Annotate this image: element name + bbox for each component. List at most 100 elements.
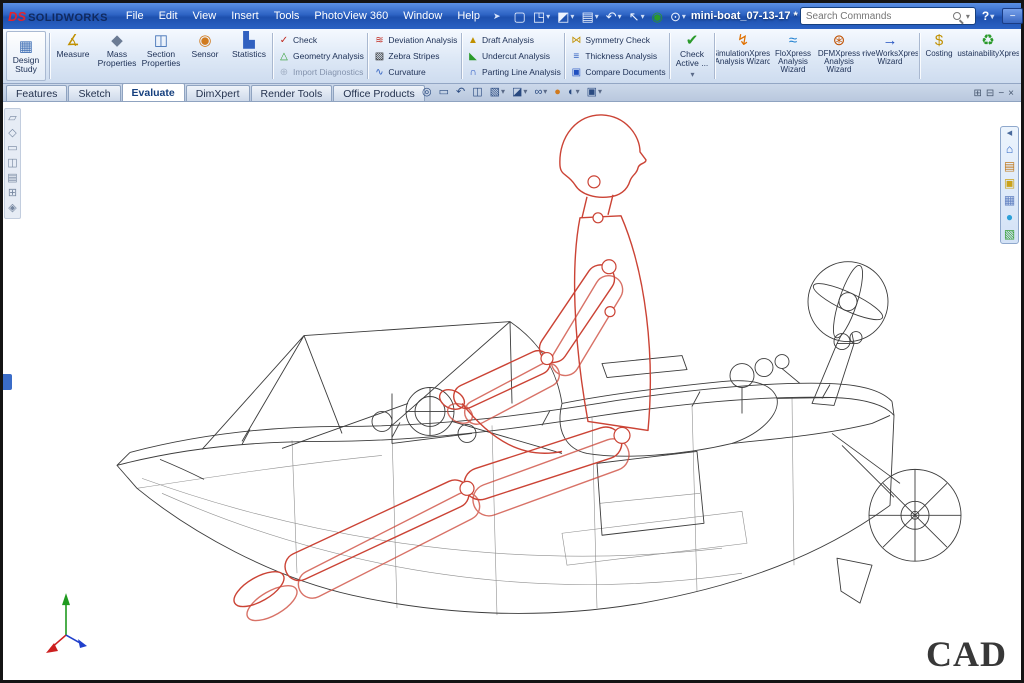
design-study-button[interactable]: ▦ Design Study bbox=[6, 31, 46, 81]
chevron-down-icon: ▾ bbox=[595, 12, 599, 21]
search-icon[interactable] bbox=[953, 12, 961, 20]
hide-show-items-icon[interactable]: ∞▾ bbox=[534, 86, 547, 98]
draft-analysis-button[interactable]: ▲Draft Analysis bbox=[467, 33, 559, 48]
apply-scene-icon[interactable]: ◐▾ bbox=[568, 86, 580, 98]
curvature-icon: ∿ bbox=[373, 67, 385, 78]
check-active-button[interactable]: ✔ Check Active ... ▾ bbox=[671, 30, 713, 82]
left-toolbar-icon[interactable]: ▱ bbox=[8, 113, 16, 124]
file-explorer-icon[interactable]: ▣ bbox=[1004, 177, 1015, 189]
save-button[interactable]: ◩▾ bbox=[554, 6, 577, 26]
parting-line-analysis-button[interactable]: ∩Parting Line Analysis bbox=[467, 65, 559, 80]
left-toolbar-icon[interactable]: ⊞ bbox=[8, 188, 17, 199]
section-view-icon[interactable]: ◫ bbox=[472, 85, 482, 98]
menu-window[interactable]: Window bbox=[396, 8, 449, 24]
custom-properties-icon[interactable]: ▧ bbox=[1004, 228, 1015, 240]
display-style-icon[interactable]: ◪▾ bbox=[512, 85, 527, 98]
menu-help[interactable]: Help bbox=[450, 8, 487, 24]
quick-access-toolbar: ▢ ◳▾ ◩▾ ▤▾ ↶▾ ↖▾ ◉ ⊙▾ bbox=[511, 6, 689, 26]
chevron-down-icon: ▾ bbox=[501, 87, 505, 96]
zoom-area-icon[interactable]: ▭ bbox=[439, 85, 449, 98]
tab-dimxpert[interactable]: DimXpert bbox=[186, 85, 250, 101]
dfmxpress-wizard-button[interactable]: ⊛ DFMXpress Analysis Wizard bbox=[816, 30, 862, 82]
curvature-label: Curvature bbox=[388, 67, 425, 77]
zoom-fit-icon[interactable]: ◎ bbox=[422, 85, 432, 98]
check-label: Check bbox=[293, 35, 317, 45]
menu-photoview-360[interactable]: PhotoView 360 bbox=[307, 8, 395, 24]
tab-sketch[interactable]: Sketch bbox=[68, 85, 120, 101]
geometry-analysis-icon: △ bbox=[278, 51, 290, 62]
new-document-button[interactable]: ▢ bbox=[511, 6, 529, 26]
menu-file[interactable]: File bbox=[119, 8, 151, 24]
check-button[interactable]: ✓Check bbox=[278, 33, 362, 48]
chevron-down-icon[interactable]: ▾ bbox=[966, 12, 970, 21]
sustainabilityxpress-icon: ♻ bbox=[981, 33, 994, 48]
solidworks-resources-icon[interactable]: ⌂ bbox=[1006, 143, 1013, 155]
tab-evaluate[interactable]: Evaluate bbox=[122, 83, 185, 101]
design-library-icon[interactable]: ▤ bbox=[1004, 160, 1015, 172]
left-toolbar-icon[interactable]: ◇ bbox=[8, 128, 16, 139]
sustainabilityxpress-button[interactable]: ♻ SustainabilityXpress bbox=[957, 30, 1019, 82]
rebuild-button[interactable]: ◉ bbox=[649, 6, 666, 26]
measure-button[interactable]: ∡ Measure bbox=[51, 30, 95, 82]
floxpress-wizard-button[interactable]: ≈ FloXpress Analysis Wizard bbox=[770, 30, 816, 82]
costing-button[interactable]: $ Costing bbox=[921, 30, 957, 82]
curvature-button[interactable]: ∿Curvature bbox=[373, 65, 456, 80]
help-button[interactable]: ?▾ bbox=[982, 9, 994, 23]
options-button[interactable]: ⊙▾ bbox=[667, 6, 689, 26]
open-button[interactable]: ◳▾ bbox=[530, 6, 553, 26]
minimize-document-icon[interactable]: − bbox=[998, 88, 1004, 99]
chevron-down-icon: ▾ bbox=[543, 87, 547, 96]
thickness-analysis-button[interactable]: ≡Thickness Analysis bbox=[570, 49, 664, 64]
undo-button[interactable]: ↶▾ bbox=[603, 6, 625, 26]
left-toolbar-icon[interactable]: ◫ bbox=[7, 158, 17, 169]
deviation-analysis-button[interactable]: ≋Deviation Analysis bbox=[373, 33, 456, 48]
search-box[interactable]: ▾ bbox=[800, 7, 976, 25]
ribbon-divider bbox=[49, 33, 50, 79]
symmetry-check-button[interactable]: ⋈Symmetry Check bbox=[570, 33, 664, 48]
sensor-button[interactable]: ◉ Sensor bbox=[183, 30, 227, 82]
minimize-button[interactable]: − bbox=[1002, 8, 1023, 24]
view-settings-icon[interactable]: ▣▾ bbox=[587, 85, 602, 98]
section-properties-button[interactable]: ◫ Section Properties bbox=[139, 30, 183, 82]
menu-tools[interactable]: Tools bbox=[267, 8, 307, 24]
section-properties-icon: ◫ bbox=[154, 33, 168, 48]
command-manager-tabs: Features Sketch Evaluate DimXpert Render… bbox=[3, 84, 1021, 102]
menu-pin-icon[interactable]: ➤ bbox=[493, 11, 501, 22]
dfmxpress-label: DFMXpress Analysis Wizard bbox=[816, 50, 862, 74]
menu-edit[interactable]: Edit bbox=[152, 8, 185, 24]
window-controls: − ◻ × bbox=[1002, 8, 1024, 24]
appearances-scenes-icon[interactable]: ● bbox=[1006, 211, 1013, 223]
tile-windows-icon[interactable]: ⊞ bbox=[974, 88, 982, 99]
left-toolbar-icon[interactable]: ▭ bbox=[7, 143, 17, 154]
select-button[interactable]: ↖▾ bbox=[626, 6, 648, 26]
edit-appearance-icon[interactable]: ● bbox=[554, 86, 561, 98]
driveworksxpress-wizard-button[interactable]: → DriveWorksXpress Wizard bbox=[862, 30, 918, 82]
cascade-windows-icon[interactable]: ⊟ bbox=[986, 88, 994, 99]
left-toolbar-icon[interactable]: ▤ bbox=[7, 173, 17, 184]
close-document-icon[interactable]: × bbox=[1008, 88, 1014, 99]
task-pane-collapse-icon[interactable]: ◀ bbox=[1007, 130, 1012, 138]
zebra-stripes-button[interactable]: ▧Zebra Stripes bbox=[373, 49, 456, 64]
view-orientation-icon[interactable]: ▧▾ bbox=[490, 85, 505, 98]
cad-watermark: CAD bbox=[926, 633, 1007, 675]
tab-features[interactable]: Features bbox=[6, 85, 67, 101]
import-diagnostics-button[interactable]: ⊕Import Diagnostics bbox=[278, 65, 362, 80]
compare-documents-button[interactable]: ▣Compare Documents bbox=[570, 65, 664, 80]
view-palette-icon[interactable]: ▦ bbox=[1004, 194, 1015, 206]
tab-render-tools[interactable]: Render Tools bbox=[251, 85, 333, 101]
statistics-button[interactable]: ▙ Statistics bbox=[227, 30, 271, 82]
undercut-analysis-button[interactable]: ◣Undercut Analysis bbox=[467, 49, 559, 64]
tab-office-products[interactable]: Office Products bbox=[333, 85, 425, 101]
cad-viewport[interactable] bbox=[3, 102, 1021, 680]
feature-manager-collapsed-tab[interactable] bbox=[3, 374, 12, 390]
left-toolbar-icon[interactable]: ◈ bbox=[8, 203, 16, 214]
ribbon-divider bbox=[272, 33, 273, 79]
mass-properties-button[interactable]: ◆ Mass Properties bbox=[95, 30, 139, 82]
menu-insert[interactable]: Insert bbox=[224, 8, 266, 24]
print-button[interactable]: ▤▾ bbox=[578, 6, 601, 26]
search-input[interactable] bbox=[806, 11, 949, 22]
simulationxpress-wizard-button[interactable]: ↯ SimulationXpress Analysis Wizard bbox=[716, 30, 770, 82]
geometry-analysis-button[interactable]: △Geometry Analysis bbox=[278, 49, 362, 64]
menu-view[interactable]: View bbox=[186, 8, 224, 24]
previous-view-icon[interactable]: ↶ bbox=[456, 85, 465, 98]
